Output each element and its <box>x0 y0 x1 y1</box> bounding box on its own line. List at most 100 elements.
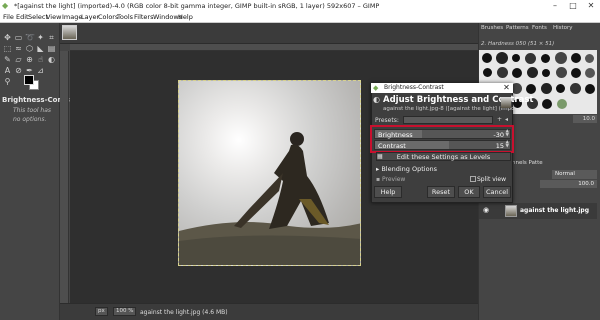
image-canvas[interactable] <box>178 80 361 266</box>
dialog-image-thumbnail <box>501 97 511 108</box>
tab-history[interactable]: History <box>553 25 573 33</box>
brush-item[interactable] <box>585 68 595 78</box>
help-button[interactable]: Help <box>374 186 402 198</box>
smudge-icon[interactable]: ☝ <box>36 55 45 64</box>
menu-view[interactable]: View <box>46 13 61 21</box>
menu-tools[interactable]: Tools <box>117 13 133 21</box>
menu-file[interactable]: File <box>3 13 14 21</box>
clone-icon[interactable]: ⊕ <box>25 55 34 64</box>
split-view-checkbox[interactable]: Split view <box>477 176 506 183</box>
cancel-button[interactable]: Cancel <box>483 186 511 198</box>
window-title-bar: ◆ *[against the light] (imported)-4.0 (R… <box>0 0 600 12</box>
brush-item[interactable] <box>541 54 550 63</box>
brush-item[interactable] <box>542 69 550 77</box>
visibility-eye-icon[interactable]: ◉ <box>483 206 489 214</box>
menu-layer[interactable]: Layer <box>81 13 99 21</box>
text-icon[interactable]: A <box>3 66 12 75</box>
brush-item[interactable] <box>512 68 522 78</box>
dialog-close-button[interactable]: ✕ <box>500 83 513 93</box>
eraser-icon[interactable]: ▱ <box>14 55 23 64</box>
dialog-title-bar: Brightness-Contrast <box>371 83 513 93</box>
layer-mode-select[interactable]: Normal <box>552 170 597 179</box>
fuzzy-select-icon[interactable]: ✦ <box>36 33 45 42</box>
brush-item[interactable] <box>482 53 492 63</box>
warp-icon[interactable]: ≈ <box>14 44 23 53</box>
brush-item[interactable] <box>571 53 581 63</box>
add-preset-icon[interactable]: + <box>497 116 502 123</box>
status-file-info: against the light.jpg (4.6 MB) <box>140 309 228 316</box>
brush-item[interactable] <box>556 84 565 93</box>
preview-checkbox[interactable]: ▪ Preview <box>376 176 405 183</box>
brush-item[interactable] <box>555 52 567 64</box>
layers-panel-tabs[interactable]: nnels Patte <box>512 160 543 166</box>
paintbrush-icon[interactable]: ✎ <box>3 55 12 64</box>
brush-name: 2. Hardness 050 (51 × 51) <box>481 41 555 47</box>
zoom-icon[interactable]: ⚲ <box>3 77 12 86</box>
move-tool-icon[interactable]: ✥ <box>3 33 12 42</box>
dodge-icon[interactable]: ◐ <box>47 55 56 64</box>
layer-name[interactable]: against the light.jpg <box>520 207 589 214</box>
tab-brushes[interactable]: Brushes <box>481 25 503 33</box>
brush-item[interactable] <box>541 83 552 94</box>
brush-item[interactable] <box>496 52 508 64</box>
cancel-label: Cancel <box>485 188 509 196</box>
brush-item[interactable] <box>483 68 492 77</box>
brush-item[interactable] <box>556 67 567 78</box>
levels-icon: ▦ <box>377 153 383 160</box>
minimize-button[interactable]: – <box>548 1 562 11</box>
brush-item[interactable] <box>570 83 581 94</box>
brush-item[interactable] <box>526 84 536 94</box>
tool-options-note: This tool has no options. <box>13 107 52 123</box>
brush-item[interactable] <box>542 99 552 109</box>
layer-opacity-field[interactable]: 100.0 <box>540 180 597 188</box>
brush-item[interactable] <box>557 99 567 109</box>
rect-select-icon[interactable]: ▭ <box>14 33 23 42</box>
preview-label: Preview <box>381 176 406 183</box>
path-icon[interactable]: ✒ <box>25 66 34 75</box>
close-window-button[interactable]: ✕ <box>584 1 598 11</box>
window-title: *[against the light] (imported)-4.0 (RGB… <box>14 2 380 10</box>
preset-menu-icon[interactable]: ◂ <box>505 116 508 123</box>
menu-edit[interactable]: Edit <box>16 13 29 21</box>
tab-fonts[interactable]: Fonts <box>532 25 547 33</box>
zoom-selector[interactable]: 100 % <box>113 307 137 316</box>
unit-selector[interactable]: px <box>95 307 108 316</box>
presets-combo[interactable] <box>403 116 493 124</box>
cage-icon[interactable]: ⬡ <box>25 44 34 53</box>
paint-bucket-icon[interactable]: ◣ <box>36 44 45 53</box>
blending-options-expander[interactable]: ▸ Blending Options <box>376 165 437 173</box>
lasso-icon[interactable]: ➰ <box>25 33 35 42</box>
foreground-color-swatch[interactable] <box>24 75 34 85</box>
help-label: Help <box>380 188 396 196</box>
menu-colors[interactable]: Colors <box>98 13 118 21</box>
maximize-button[interactable]: □ <box>566 1 580 11</box>
brush-item[interactable] <box>585 84 595 94</box>
brush-item[interactable] <box>571 68 581 78</box>
brush-item[interactable] <box>585 54 594 63</box>
color-picker-icon[interactable]: ⊘ <box>14 66 23 75</box>
dialog-title: Brightness-Contrast <box>384 84 444 91</box>
brush-spacing-field[interactable]: 10.0 <box>573 115 597 123</box>
presets-label: Presets: <box>375 117 399 124</box>
crop-icon[interactable]: ⌗ <box>47 33 56 42</box>
edit-as-levels-button[interactable]: Edit these Settings as Levels <box>376 152 511 161</box>
tab-patterns[interactable]: Patterns <box>506 25 529 33</box>
menu-bar: File Edit Select View Image Layer Colors… <box>0 12 600 23</box>
measure-icon[interactable]: ⊿ <box>36 66 45 75</box>
reset-button[interactable]: Reset <box>427 186 455 198</box>
image-tab-thumbnail[interactable] <box>62 25 77 40</box>
highlight-box <box>370 125 514 153</box>
unified-transform-icon[interactable]: ⬚ <box>3 44 12 53</box>
image-tabs-bar <box>60 23 478 44</box>
ok-button[interactable]: OK <box>458 186 480 198</box>
gimp-logo-icon: ◆ <box>2 1 9 10</box>
menu-filters[interactable]: Filters <box>134 13 153 21</box>
brush-item[interactable] <box>497 67 508 78</box>
split-view-checkbox-icon[interactable] <box>470 176 476 182</box>
brush-item[interactable] <box>525 53 536 64</box>
brush-item[interactable] <box>512 54 520 62</box>
gradient-icon[interactable]: ▤ <box>47 44 56 53</box>
menu-image[interactable]: Image <box>62 13 82 21</box>
brush-item[interactable] <box>527 67 538 78</box>
menu-help[interactable]: Help <box>178 13 193 21</box>
